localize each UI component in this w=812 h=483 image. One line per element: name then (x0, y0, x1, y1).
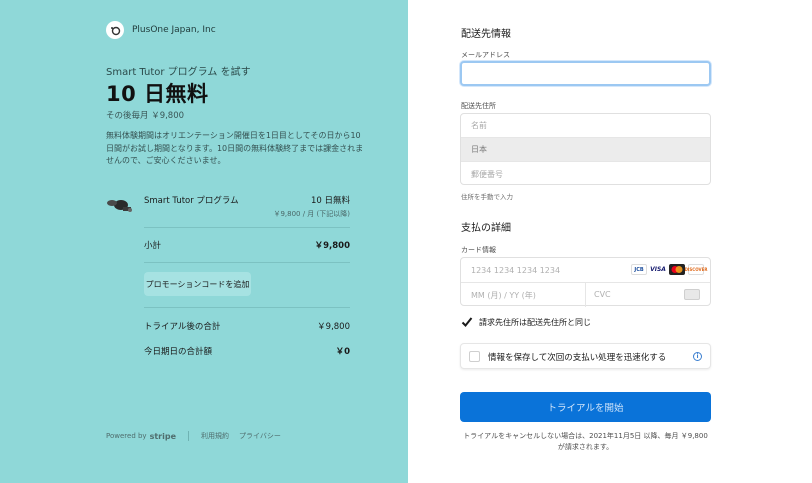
merchant-name: PlusOne Japan, Inc (132, 25, 216, 35)
card-input-group: 1234 1234 1234 1234 JCB VISA DISCOVER MM… (460, 257, 711, 307)
email-label: メールアドレス (461, 51, 510, 59)
visa-icon: VISA (650, 264, 666, 275)
billing-same-checkbox[interactable]: 請求先住所は配送先住所と同じ (461, 316, 591, 328)
powered-by-text: Powered by (106, 432, 147, 440)
trial-title: 10 日無料 (106, 82, 209, 106)
card-divider (585, 282, 586, 307)
after-trial-total-value: ￥9,800 (317, 322, 350, 332)
card-info-label: カード情報 (461, 246, 496, 254)
divider (144, 227, 350, 228)
trial-subtitle: Smart Tutor プログラム を試す (106, 67, 251, 78)
name-field[interactable]: 名前 (461, 114, 710, 138)
today-total-value: ￥0 (335, 347, 350, 357)
shipping-address-group: 名前 日本 郵便番号 (460, 113, 711, 185)
footer-separator (188, 431, 190, 441)
checkmark-icon[interactable] (461, 316, 473, 328)
product-name: Smart Tutor プログラム (144, 196, 239, 206)
divider (144, 307, 350, 308)
cvc-card-icon (684, 289, 700, 300)
product-image-icon (107, 200, 132, 212)
card-number-field[interactable]: 1234 1234 1234 1234 (471, 266, 560, 275)
add-promo-code-button[interactable]: プロモーションコードを追加 (144, 272, 251, 296)
start-trial-button[interactable]: トライアルを開始 (460, 392, 711, 422)
save-info-option[interactable]: 情報を保存して次回の支払い処理を迅速化する i (460, 343, 711, 369)
trial-terms-text: トライアルをキャンセルしない場合は、2021年11月5日 以降、毎月 ￥9,80… (463, 432, 708, 451)
mastercard-icon (669, 264, 685, 275)
footer: Powered by stripe 利用規約 プライバシー (106, 431, 291, 441)
save-info-checkbox[interactable] (469, 351, 480, 362)
save-info-label: 情報を保存して次回の支払い処理を迅速化する (488, 353, 667, 363)
address-label: 配送先住所 (461, 102, 496, 110)
terms-link[interactable]: 利用規約 (201, 431, 229, 441)
stripe-logo[interactable]: stripe (150, 432, 176, 441)
email-field[interactable] (460, 61, 711, 86)
price-after-trial: その後毎月 ￥9,800 (106, 111, 185, 121)
discover-icon: DISCOVER (685, 264, 707, 275)
subtotal-label: 小計 (144, 241, 162, 251)
manual-address-link[interactable]: 住所を手動で入力 (461, 191, 513, 201)
trial-description: 無料体験期間はオリエンテーション開催日を1日目としてその日から10日間がお試し期… (106, 131, 364, 165)
after-trial-total-label: トライアル後の合計 (144, 322, 221, 332)
merchant-logo-icon (106, 21, 124, 39)
privacy-link[interactable]: プライバシー (239, 431, 281, 441)
shipping-section-title: 配送先情報 (461, 29, 511, 40)
jcb-icon: JCB (631, 264, 647, 275)
card-expiry-field[interactable]: MM (月) / YY (年) (471, 290, 536, 301)
country-select[interactable]: 日本 (461, 138, 710, 162)
today-total-label: 今日期日の合計額 (144, 347, 213, 357)
merchant-header[interactable]: PlusOne Japan, Inc (106, 21, 216, 39)
order-summary-panel: PlusOne Japan, Inc Smart Tutor プログラム を試す… (0, 0, 408, 483)
payment-section-title: 支払の詳細 (461, 223, 511, 234)
billing-same-label: 請求先住所は配送先住所と同じ (479, 317, 591, 327)
divider (144, 262, 350, 263)
card-brands: JCB VISA DISCOVER (631, 264, 707, 275)
product-price-subtext: ￥9,800 / 月 (下記以降) (273, 210, 350, 218)
info-icon[interactable]: i (693, 352, 702, 361)
postal-code-field[interactable]: 郵便番号 (461, 162, 710, 184)
card-cvc-field[interactable]: CVC (594, 290, 611, 299)
subtotal-value: ￥9,800 (314, 241, 350, 251)
product-price: 10 日無料 (310, 196, 350, 206)
